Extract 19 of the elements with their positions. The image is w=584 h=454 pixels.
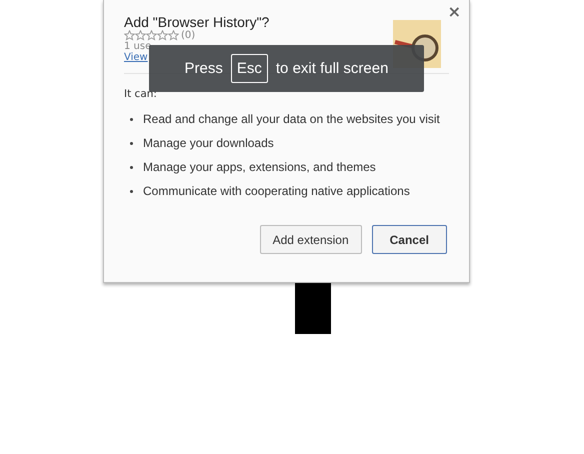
permission-text: Manage your downloads bbox=[143, 136, 274, 150]
esc-key: Esc bbox=[230, 54, 268, 83]
solid-block bbox=[295, 283, 331, 334]
permission-text: Manage your apps, extensions, and themes bbox=[143, 160, 376, 174]
close-icon[interactable]: × bbox=[448, 2, 461, 21]
intro-text: It can: bbox=[124, 88, 157, 100]
rating-count: (0) bbox=[181, 30, 196, 41]
dialog-title: Add "Browser History"? bbox=[124, 14, 270, 30]
bullet-icon bbox=[130, 142, 133, 144]
bullet-icon bbox=[130, 118, 133, 120]
notice-text: to exit full screen bbox=[276, 60, 388, 77]
view-details-link[interactable]: View bbox=[124, 52, 148, 63]
bullet-icon bbox=[130, 166, 133, 168]
dialog-button[interactable]: Cancel bbox=[372, 225, 447, 254]
notice-text: Press bbox=[184, 60, 223, 77]
permission-text: Read and change all your data on the websites you visit bbox=[143, 112, 440, 126]
bullet-icon bbox=[130, 190, 133, 192]
permission-text: Communicate with cooperating native applications bbox=[143, 184, 410, 198]
dialog-button[interactable]: Add extension bbox=[260, 225, 362, 254]
